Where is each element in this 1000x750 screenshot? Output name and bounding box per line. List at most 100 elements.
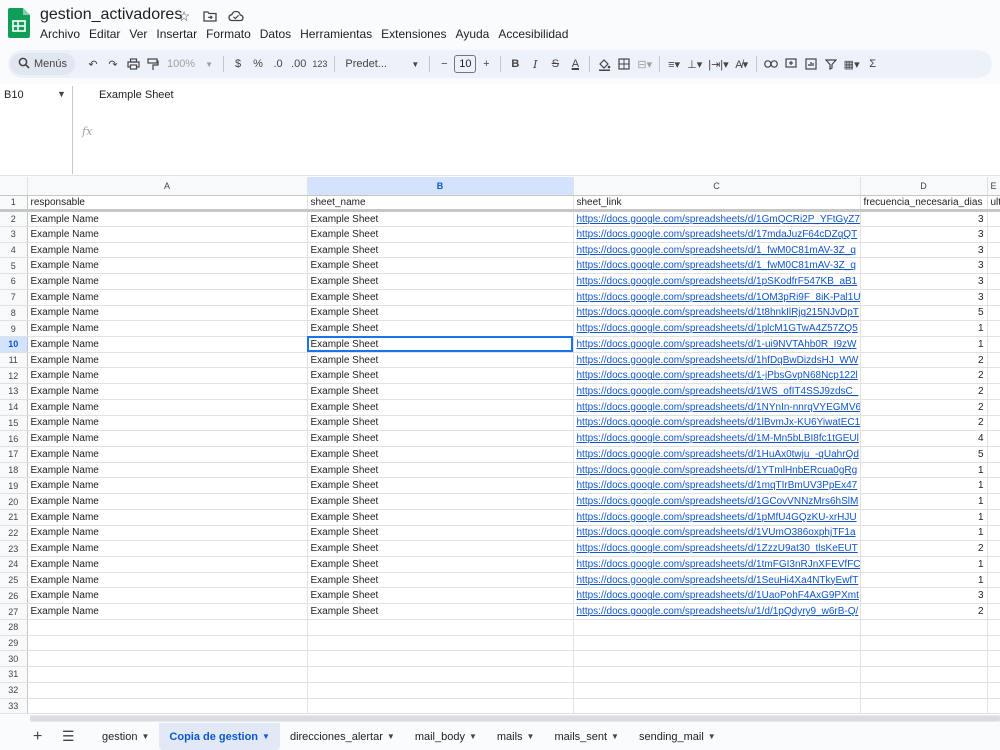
cell-d30[interactable] [860,650,988,668]
cell-e10[interactable] [987,336,1000,353]
cell-a19[interactable]: Example Name [27,477,308,495]
cell-d28[interactable] [860,619,988,636]
cell-e21[interactable] [987,509,1000,526]
cell-e27[interactable] [987,603,1000,620]
cell-c9[interactable]: https://docs.google.com/spreadsheets/d/1… [573,320,861,337]
cell-c10[interactable]: https://docs.google.com/spreadsheets/d/1… [573,336,861,353]
undo-icon[interactable]: ↶ [83,53,103,75]
cell-e12[interactable] [987,367,1000,385]
cell-a27[interactable]: Example Name [27,603,308,620]
font-caret-icon[interactable]: ▼ [405,53,425,75]
decrease-font-size-icon[interactable]: − [434,53,454,75]
chevron-down-icon[interactable]: ▼ [469,732,477,741]
all-sheets-icon[interactable]: ☰ [62,728,75,745]
menu-item[interactable]: Extensiones [381,26,451,43]
row-header[interactable]: 16 [0,430,28,447]
cell-c26[interactable]: https://docs.google.com/spreadsheets/d/1… [573,587,861,605]
cell-c33[interactable] [573,698,861,715]
cell-b31[interactable] [307,666,574,683]
sheets-logo-icon[interactable] [8,8,30,38]
cell-b7[interactable]: Example Sheet [307,289,574,306]
cell-c18[interactable]: https://docs.google.com/spreadsheets/d/1… [573,462,861,479]
cloud-status-icon[interactable] [227,7,245,25]
zoom-select[interactable]: 100% [163,53,199,75]
cell-b22[interactable]: Example Sheet [307,525,574,542]
cell-b20[interactable]: Example Sheet [307,493,574,510]
cell-d16[interactable]: 4 [860,430,988,447]
cell-c2[interactable]: https://docs.google.com/spreadsheets/d/1… [573,210,861,227]
cell-a11[interactable]: Example Name [27,352,308,369]
paint-format-icon[interactable] [143,53,163,75]
cell-e8[interactable] [987,305,1000,322]
cell-e23[interactable] [987,540,1000,558]
menu-item[interactable]: Ayuda [456,26,495,43]
cell-b10[interactable]: Example Sheet [307,336,574,353]
star-icon[interactable]: ☆ [175,7,193,25]
increase-font-size-icon[interactable]: + [476,53,496,75]
chevron-down-icon[interactable]: ▼ [611,732,619,741]
row-header[interactable]: 12 [0,367,28,385]
cell-c22[interactable]: https://docs.google.com/spreadsheets/d/1… [573,525,861,542]
cell-e7[interactable] [987,289,1000,306]
cell-a30[interactable] [27,650,308,668]
cell-d12[interactable]: 2 [860,367,988,385]
cell-a12[interactable]: Example Name [27,367,308,385]
row-header[interactable]: 25 [0,572,28,589]
menu-item[interactable]: Formato [206,26,256,43]
cell-a2[interactable]: Example Name [27,210,308,227]
cell-b4[interactable]: Example Sheet [307,242,574,259]
column-header-a[interactable]: A [27,177,308,196]
row-header[interactable]: 28 [0,619,28,636]
menu-item[interactable]: Datos [260,26,296,43]
cell-b21[interactable]: Example Sheet [307,509,574,526]
row-header[interactable]: 10 [0,336,28,353]
cell-b13[interactable]: Example Sheet [307,383,574,400]
cell-b28[interactable] [307,619,574,636]
cell-e13[interactable] [987,383,1000,400]
filter-icon[interactable] [821,53,841,75]
percent-format-button[interactable]: % [248,53,268,75]
row-header[interactable]: 6 [0,273,28,290]
filter-views-icon[interactable]: ▦▾ [841,53,863,75]
document-title[interactable]: gestion_activadores [40,6,182,24]
cell-b25[interactable]: Example Sheet [307,572,574,589]
menu-search-button[interactable]: Menús [10,53,76,75]
functions-button[interactable]: Σ [863,53,883,75]
cell-a32[interactable] [27,682,308,699]
cell-d1[interactable]: frecuencia_necesaria_dias [860,195,988,213]
cell-a10[interactable]: Example Name [27,336,308,353]
cell-a22[interactable]: Example Name [27,525,308,542]
cell-b19[interactable]: Example Sheet [307,477,574,495]
row-header[interactable]: 30 [0,650,28,668]
cell-c4[interactable]: https://docs.google.com/spreadsheets/d/1… [573,242,861,259]
cell-a1[interactable]: responsable [27,195,308,213]
row-header[interactable]: 24 [0,556,28,573]
cell-c14[interactable]: https://docs.google.com/spreadsheets/d/1… [573,399,861,416]
increase-decimal-button[interactable]: .00 [288,53,309,75]
cell-e24[interactable] [987,556,1000,573]
row-header[interactable]: 26 [0,587,28,605]
cell-a14[interactable]: Example Name [27,399,308,416]
row-header[interactable]: 1 [0,195,28,213]
cell-d11[interactable]: 2 [860,352,988,369]
cell-e16[interactable] [987,430,1000,447]
currency-format-button[interactable]: $ [228,53,248,75]
row-header[interactable]: 18 [0,462,28,479]
column-header-c[interactable]: C [573,177,861,196]
sheet-tab[interactable]: mails_sent ▼ [544,723,629,750]
cell-e32[interactable] [987,682,1000,699]
cell-d14[interactable]: 2 [860,399,988,416]
row-header[interactable]: 5 [0,257,28,275]
cell-b16[interactable]: Example Sheet [307,430,574,447]
cell-b18[interactable]: Example Sheet [307,462,574,479]
cell-d31[interactable] [860,666,988,683]
cell-d25[interactable]: 1 [860,572,988,589]
cell-b9[interactable]: Example Sheet [307,320,574,337]
sheet-tab[interactable]: mails ▼ [487,723,545,750]
cell-a20[interactable]: Example Name [27,493,308,510]
column-header-b[interactable]: B [307,177,574,196]
cell-e33[interactable] [987,698,1000,715]
cell-c15[interactable]: https://docs.google.com/spreadsheets/d/1… [573,415,861,432]
cell-a25[interactable]: Example Name [27,572,308,589]
cell-e22[interactable] [987,525,1000,542]
